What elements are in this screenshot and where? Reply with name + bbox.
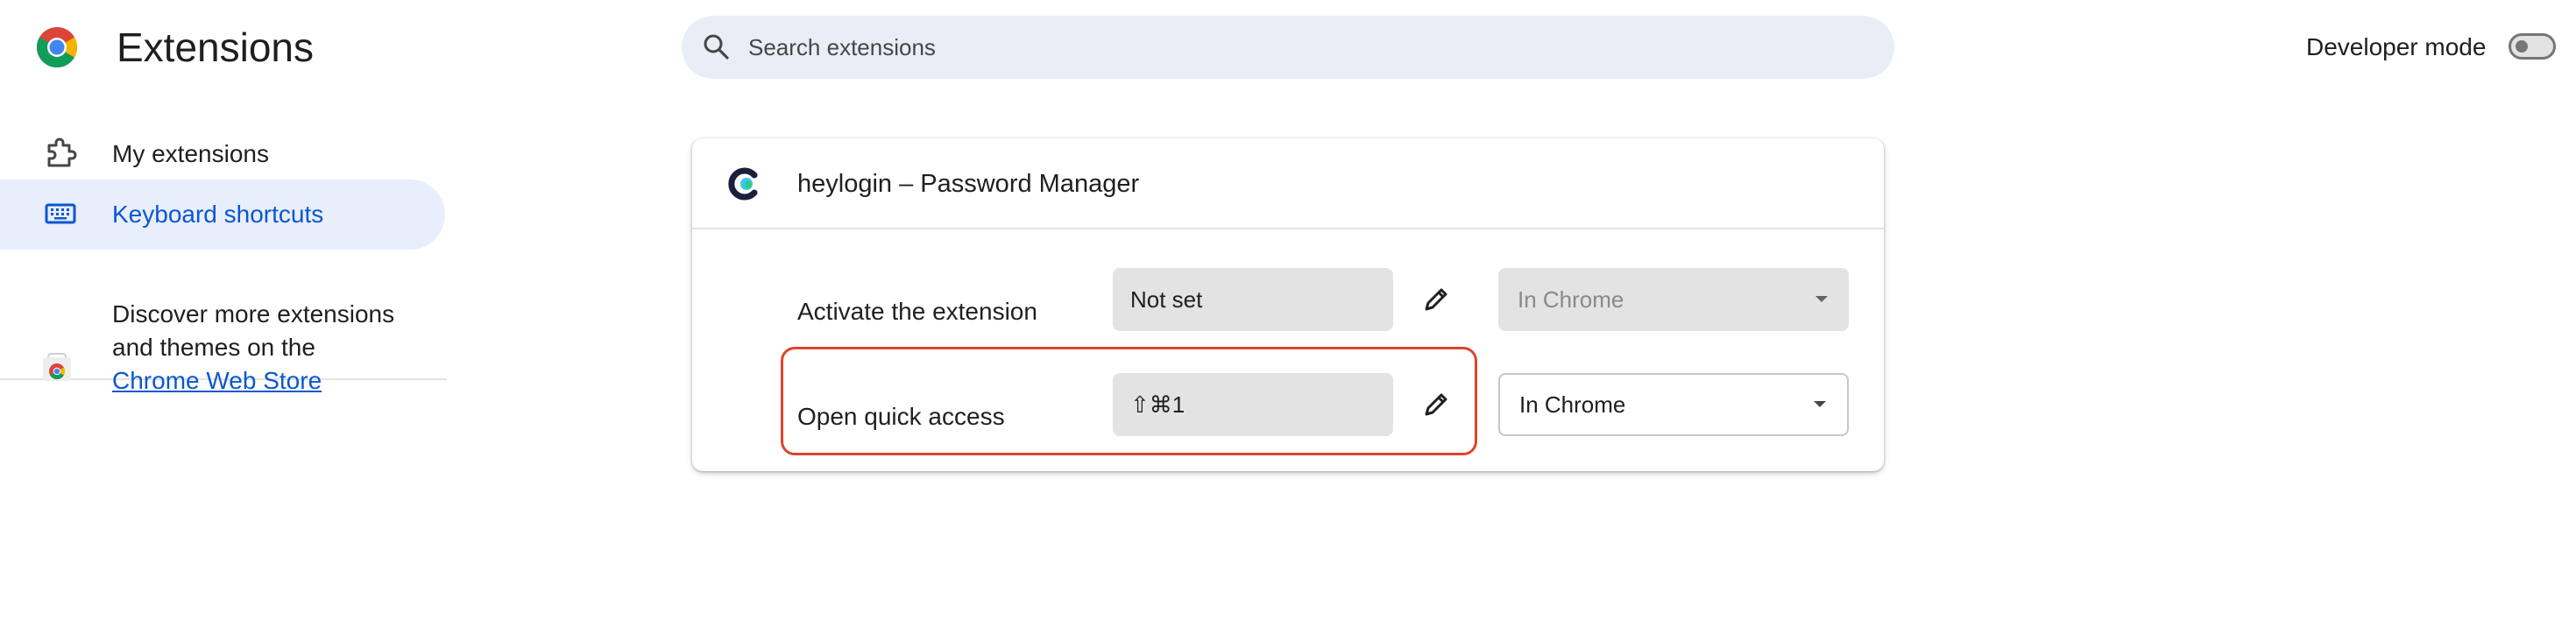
shortcut-label-activate: Activate the extension [797, 298, 1037, 325]
sidebar-item-label: Keyboard shortcuts [112, 201, 324, 228]
sidebar-item-keyboard-shortcuts[interactable]: Keyboard shortcuts [0, 180, 445, 250]
shortcut-key-field-quick-access[interactable]: ⇧⌘1 [1113, 373, 1393, 436]
keyboard-icon [45, 203, 76, 224]
toggle-knob [2516, 40, 2528, 53]
discover-text-label: Discover more extensions and themes on t… [112, 300, 395, 361]
shortcut-scope-select-quick-access[interactable]: In Chrome [1498, 373, 1849, 436]
puzzle-icon [47, 137, 77, 167]
chrome-web-store-link[interactable]: Chrome Web Store [112, 367, 322, 394]
pencil-icon [1425, 393, 1447, 416]
heylogin-icon [728, 167, 758, 201]
chrome-logo-icon [36, 27, 77, 68]
developer-mode-toggle[interactable] [2509, 33, 2556, 60]
scope-select-value: In Chrome [1518, 286, 1624, 313]
extension-shortcuts-card: heylogin – Password Manager Activate the… [692, 138, 1884, 471]
chevron-down-icon [1814, 401, 1826, 407]
extension-name: heylogin – Password Manager [797, 170, 1140, 198]
developer-mode-label: Developer mode [2306, 33, 2487, 60]
page-title: Extensions [117, 25, 315, 70]
sidebar: My extensions Keyboard shortcuts [0, 114, 447, 464]
sidebar-item-label: My extensions [112, 140, 269, 167]
shortcut-scope-select-activate[interactable]: In Chrome [1498, 268, 1849, 331]
edit-shortcut-button-activate[interactable] [1416, 279, 1456, 320]
shortcut-label-quick-access: Open quick access [797, 403, 1005, 430]
page-header: Extensions Developer mode [0, 0, 2576, 95]
pencil-icon [1425, 288, 1447, 311]
search-bar[interactable] [682, 16, 1894, 79]
card-header: heylogin – Password Manager [692, 138, 1884, 229]
edit-shortcut-button-quick-access[interactable] [1416, 384, 1456, 425]
chevron-down-icon [1815, 296, 1828, 302]
chrome-web-store-icon [43, 353, 71, 381]
search-input[interactable] [741, 16, 1872, 79]
sidebar-item-my-extensions[interactable]: My extensions [0, 119, 445, 189]
search-icon [704, 34, 729, 60]
scope-select-value: In Chrome [1519, 391, 1626, 418]
discover-more-text: Discover more extensions and themes on t… [112, 298, 401, 398]
shortcut-key-field-activate[interactable]: Not set [1113, 268, 1393, 331]
